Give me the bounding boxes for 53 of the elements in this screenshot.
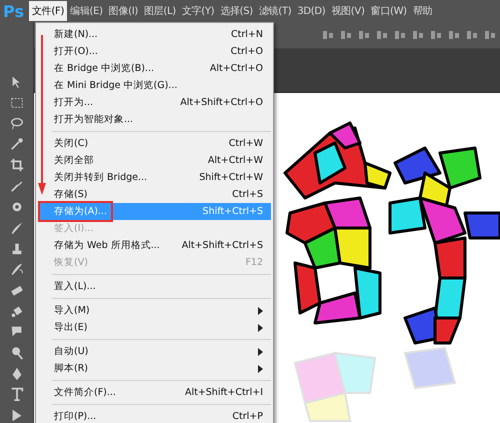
shortcut-text: Alt+Ctrl+O	[210, 63, 263, 74]
shortcut-text: Alt+Shift+Ctrl+I	[184, 387, 263, 398]
shortcut-text: Alt+Shift+Ctrl+S	[182, 240, 263, 251]
shortcut-text: Ctrl+W	[228, 138, 263, 149]
menu-item[interactable]: 置入(L)...	[38, 278, 271, 295]
align-icon[interactable]	[376, 29, 388, 42]
menu-item[interactable]: 打开为... Alt+Shift+Ctrl+O	[38, 94, 271, 111]
menu-item[interactable]: 新建(N)... Ctrl+N	[38, 26, 271, 43]
menu-item[interactable]: 文件简介(F)... Alt+Shift+Ctrl+I	[38, 384, 271, 401]
shortcut-text: Alt+Shift+Ctrl+O	[180, 97, 263, 108]
shortcut-text: F12	[245, 257, 263, 268]
shortcut-text: Shift+Ctrl+S	[202, 206, 263, 217]
shortcut-text: Ctrl+P	[232, 411, 263, 422]
align-icon[interactable]	[448, 29, 460, 42]
menu-bar-item[interactable]: 3D(D)	[294, 2, 328, 20]
menu-item[interactable]: 存储为 Web 所用格式... Alt+Shift+Ctrl+S	[38, 237, 271, 254]
menu-item[interactable]: 在 Mini Bridge 中浏览(G)...	[38, 77, 271, 94]
menu-item[interactable]: 在 Bridge 中浏览(B)... Alt+Ctrl+O	[38, 60, 271, 77]
menu-bar-item[interactable]: 图像(I)	[106, 1, 141, 21]
menu-item[interactable]: 打开(O)... Ctrl+O	[38, 43, 271, 60]
menu-item[interactable]: 关闭(C) Ctrl+W	[38, 135, 271, 152]
align-icon[interactable]	[394, 29, 406, 42]
align-icon[interactable]	[412, 29, 424, 42]
menu-item[interactable]: 关闭并转到 Bridge... Shift+Ctrl+W	[38, 169, 271, 186]
menu-item[interactable]: 关闭全部 Alt+Ctrl+W	[38, 152, 271, 169]
menu-bar-item[interactable]: 选择(S)	[217, 1, 256, 21]
menu-item[interactable]: 存储(S) Ctrl+S	[38, 186, 271, 203]
menu-item[interactable]: 导出(E)	[38, 319, 271, 336]
menu-item[interactable]: 打印(P)... Ctrl+P	[38, 408, 271, 423]
menu-bar-item[interactable]: 图层(L)	[140, 1, 179, 21]
menu-item[interactable]: 自动(U)	[38, 343, 271, 360]
align-icon[interactable]	[358, 29, 370, 42]
shortcut-text: Alt+Ctrl+W	[208, 155, 263, 166]
align-icon[interactable]	[340, 29, 352, 42]
shortcut-text: Ctrl+O	[230, 46, 263, 57]
shortcut-text: Ctrl+S	[232, 189, 263, 200]
menu-bar-item[interactable]: 帮助	[410, 1, 436, 21]
shortcut-text: Ctrl+N	[231, 29, 263, 40]
app-logo: Ps	[3, 1, 25, 21]
align-icon[interactable]	[430, 29, 442, 42]
menu-bar-item[interactable]: 窗口(W)	[368, 1, 410, 21]
shortcut-text: Shift+Ctrl+W	[199, 172, 263, 183]
align-icon[interactable]	[484, 29, 496, 42]
menu-bar-item[interactable]: 编辑(E)	[67, 1, 106, 21]
menu-item[interactable]: 导入(M)	[38, 302, 271, 319]
menu-item[interactable]: 打开为智能对象...	[38, 111, 271, 128]
menu-bar-item[interactable]: 文件(F)	[29, 1, 68, 21]
menu-bar-item[interactable]: 视图(V)	[328, 1, 368, 21]
menu-item[interactable]: 脚本(R)	[38, 360, 271, 377]
menu-bar-item[interactable]: 滤镜(T)	[256, 1, 294, 21]
align-icon[interactable]	[322, 29, 334, 42]
menu-bar-item[interactable]: 文字(Y)	[178, 1, 218, 21]
align-icon[interactable]	[466, 29, 478, 42]
